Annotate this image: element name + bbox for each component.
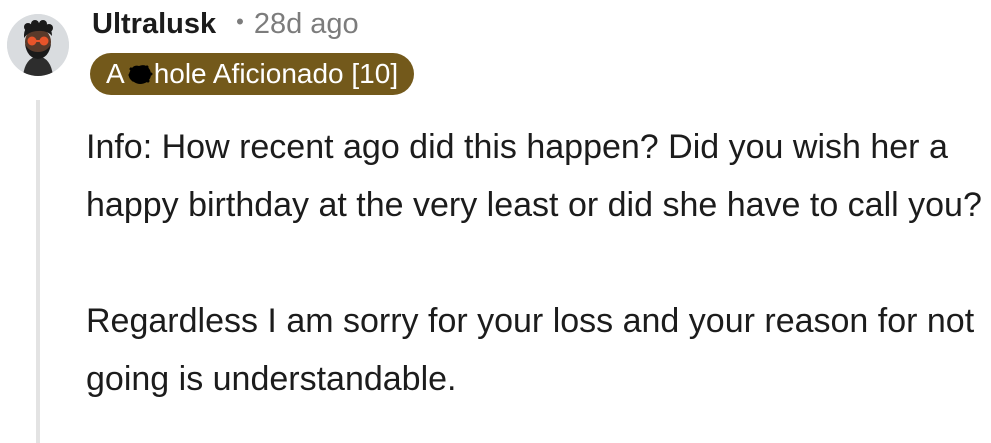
- separator-dot: •: [236, 9, 244, 34]
- comment: Ultralusk • 28d ago A hole Aficionado [1…: [0, 0, 991, 443]
- flair-text-suffix: hole Aficionado [10]: [153, 58, 399, 89]
- comment-paragraph: Info: How recent ago did this happen? Di…: [86, 128, 982, 224]
- user-flair: A hole Aficionado [10]: [90, 53, 415, 95]
- comment-paragraph: Regardless I am sorry for your loss and …: [86, 302, 975, 398]
- comment-header: Ultralusk • 28d ago: [92, 8, 359, 41]
- scribble-redaction-icon: [128, 65, 153, 84]
- thread-line[interactable]: [36, 100, 40, 443]
- snoo-avatar-icon: [7, 14, 69, 76]
- flair-text-prefix: A: [106, 58, 125, 89]
- comment-body: Info: How recent ago did this happen? Di…: [86, 118, 986, 408]
- timestamp-link[interactable]: 28d ago: [254, 8, 359, 41]
- avatar[interactable]: [7, 14, 69, 76]
- username-link[interactable]: Ultralusk: [92, 8, 216, 41]
